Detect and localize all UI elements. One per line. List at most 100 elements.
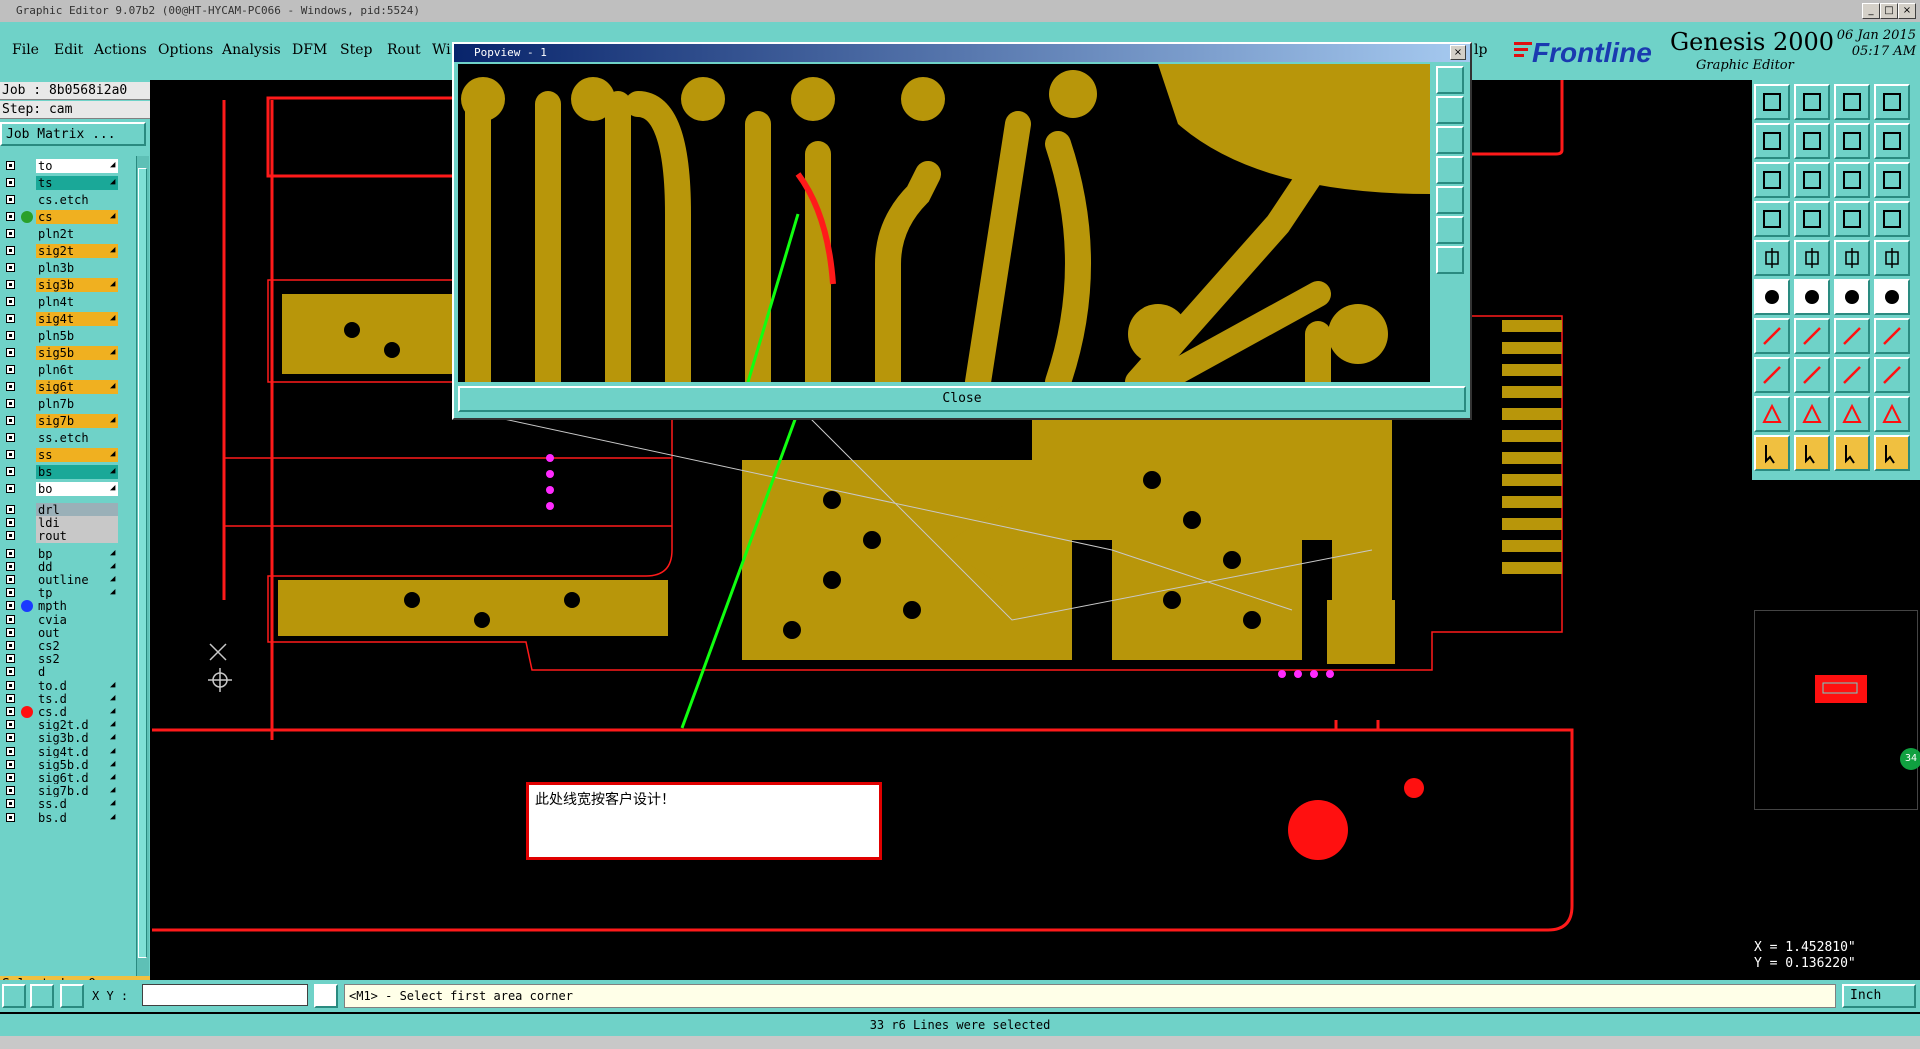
connect-button[interactable]	[1754, 279, 1790, 315]
select-box-button[interactable]	[1794, 435, 1830, 471]
layer-name[interactable]: sig7b	[36, 414, 118, 428]
layer-name[interactable]: rout	[36, 529, 118, 544]
menu-rout[interactable]: Rout	[387, 42, 421, 58]
pointer-button[interactable]	[1754, 435, 1790, 471]
layer-name[interactable]: ts	[36, 176, 118, 190]
popview-zoom-view[interactable]	[458, 64, 1430, 382]
menu-dfm[interactable]: DFM	[292, 42, 327, 58]
layer-checkbox[interactable]	[6, 720, 15, 730]
layer-checkbox[interactable]	[6, 399, 15, 408]
popview-home-button[interactable]	[1436, 186, 1464, 214]
move-button[interactable]	[1834, 279, 1870, 315]
polygon-button[interactable]	[1794, 240, 1830, 276]
feature-button[interactable]	[1754, 357, 1790, 393]
home-button[interactable]	[1834, 84, 1870, 120]
info-icon[interactable]	[314, 984, 338, 1008]
layer-row-pln7b[interactable]: pln7b	[0, 396, 134, 412]
layer-name[interactable]: pln6t	[36, 363, 118, 377]
layer-checkbox[interactable]	[6, 746, 15, 756]
layer-row-sig3b[interactable]: sig3b ◢	[0, 277, 134, 293]
layer-checkbox[interactable]	[6, 518, 15, 528]
menu-options[interactable]: Options	[158, 42, 213, 58]
copy-button[interactable]	[1754, 123, 1790, 159]
popview-expand-button[interactable]	[1436, 216, 1464, 244]
a-button[interactable]	[1794, 396, 1830, 432]
triangle-button[interactable]	[1754, 396, 1790, 432]
paste-button[interactable]	[1794, 123, 1830, 159]
layer-name[interactable]: bs.d	[36, 810, 118, 825]
units-select[interactable]: Inch	[1842, 984, 1916, 1008]
menu-step[interactable]: Step	[340, 42, 372, 58]
drill-button[interactable]	[1874, 201, 1910, 237]
a-box-button[interactable]	[1874, 396, 1910, 432]
layer-checkbox[interactable]	[6, 693, 15, 703]
layer-checkbox[interactable]	[6, 759, 15, 769]
layer-name[interactable]: sig4t	[36, 312, 118, 326]
layer-row-cs-etch[interactable]: cs.etch	[0, 192, 134, 208]
rotate-button[interactable]	[1874, 279, 1910, 315]
popview-shrink-button[interactable]	[1436, 246, 1464, 274]
popview-close-icon[interactable]: ×	[1450, 45, 1466, 60]
layer-checkbox[interactable]	[6, 348, 15, 357]
layer-checkbox[interactable]	[6, 548, 15, 558]
circle-button[interactable]	[1874, 240, 1910, 276]
layer-checkbox[interactable]	[6, 505, 15, 514]
menu-file[interactable]: File	[12, 42, 39, 58]
layer-checkbox[interactable]	[6, 263, 15, 272]
layer-row-rout[interactable]: rout	[0, 528, 134, 544]
layer-name[interactable]: sig3b	[36, 278, 118, 292]
layer-checkbox[interactable]	[6, 416, 15, 425]
fit-button[interactable]	[1834, 357, 1870, 393]
layer-name[interactable]: sig5b	[36, 346, 118, 360]
save-button[interactable]	[1794, 84, 1830, 120]
select-mode-icon[interactable]	[2, 984, 26, 1008]
delete-button[interactable]	[1794, 279, 1830, 315]
popview-close-button[interactable]: Close	[458, 386, 1466, 412]
close-window-button[interactable]: ×	[1898, 3, 1916, 19]
layer-checkbox[interactable]	[6, 627, 15, 637]
layer-row-bo[interactable]: bo ◢	[0, 481, 134, 497]
minimap[interactable]	[1754, 610, 1918, 810]
layer-checkbox[interactable]	[6, 531, 15, 541]
layer-checkbox[interactable]	[6, 195, 15, 204]
layer-scrollbar[interactable]	[136, 156, 149, 976]
arc-button[interactable]	[1834, 318, 1870, 354]
layer-name[interactable]: bo	[36, 482, 118, 496]
line-button[interactable]	[1754, 318, 1790, 354]
layer-row-sig5b[interactable]: sig5b ◢	[0, 345, 134, 361]
layer-checkbox[interactable]	[6, 229, 15, 238]
layer-checkbox[interactable]	[6, 450, 15, 459]
layer-name[interactable]: sig6t	[36, 380, 118, 394]
layer-checkbox[interactable]	[6, 614, 15, 624]
layer-name[interactable]: cs.etch	[36, 193, 118, 207]
layer-checkbox[interactable]	[6, 575, 15, 584]
menu-actions[interactable]: Actions	[94, 42, 147, 58]
layer-row-bs-d[interactable]: bs.d ◢	[0, 810, 134, 826]
menu-analysis[interactable]: Analysis	[222, 42, 281, 58]
zoom-box-button[interactable]	[1794, 162, 1830, 198]
layer-checkbox[interactable]	[6, 601, 15, 611]
layer-checkbox[interactable]	[6, 297, 15, 306]
menu-window[interactable]: Wi	[432, 42, 451, 58]
layer-checkbox[interactable]	[6, 280, 15, 289]
layer-name[interactable]: pln2t	[36, 227, 118, 241]
layer-checkbox[interactable]	[6, 561, 15, 571]
cluster-button[interactable]	[1874, 357, 1910, 393]
layer-name[interactable]: pln3b	[36, 261, 118, 275]
layer-row-sig6t[interactable]: sig6t ◢	[0, 379, 134, 395]
step-button[interactable]	[1834, 123, 1870, 159]
scale-button[interactable]	[1834, 162, 1870, 198]
layer-checkbox[interactable]	[6, 433, 15, 442]
layer-row-cs[interactable]: cs ◢	[0, 209, 134, 225]
layer-row-pln6t[interactable]: pln6t	[0, 362, 134, 378]
undo-button[interactable]	[1874, 123, 1910, 159]
layer-row-pln3b[interactable]: pln3b	[0, 260, 134, 276]
layer-checkbox[interactable]	[6, 212, 15, 221]
layer-row-to[interactable]: to ◢	[0, 158, 134, 174]
grid-icon[interactable]	[60, 984, 84, 1008]
layer-name[interactable]: ss	[36, 448, 118, 462]
layer-checkbox[interactable]	[6, 733, 15, 743]
grid-button[interactable]	[1794, 201, 1830, 237]
minus-button[interactable]	[1794, 357, 1830, 393]
ruler-button[interactable]	[1834, 240, 1870, 276]
